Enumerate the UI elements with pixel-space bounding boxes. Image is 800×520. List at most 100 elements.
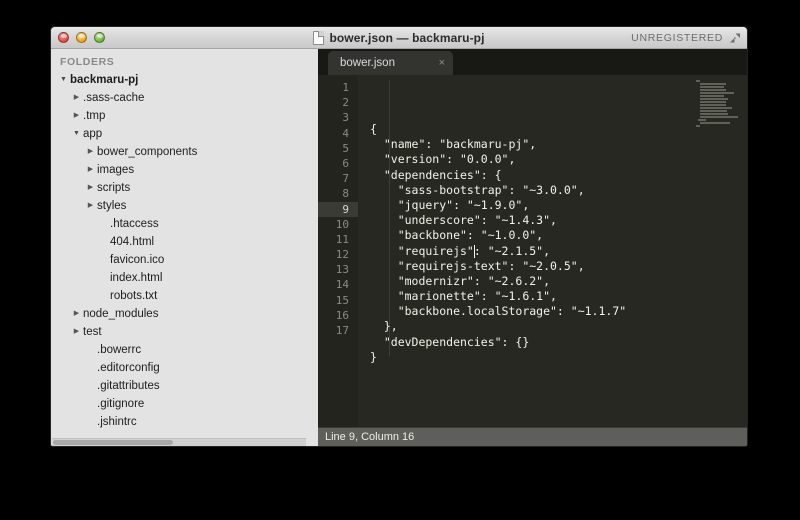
chevron-right-icon[interactable]: ▶ [70, 323, 83, 341]
tree-item-scripts[interactable]: ▶ scripts [51, 179, 318, 197]
tree-item-label: test [83, 326, 102, 338]
code-area[interactable]: 1 2 3 4 5 6 7 8 9 10 11 12 13 14 15 16 17 { "name": "bac… [318, 75, 747, 427]
sidebar-horizontal-scrollbar[interactable] [52, 438, 306, 446]
tree-item-label: styles [97, 200, 127, 212]
tree-item-backmaru-pj[interactable]: ▼ backmaru-pj [51, 71, 318, 89]
line-number: 6 [342, 156, 349, 170]
chevron-down-icon[interactable]: ▼ [70, 125, 83, 143]
minimap-line [698, 119, 706, 121]
tree-item-label: images [97, 164, 135, 176]
minimap-line [700, 113, 728, 115]
tree-item-label: .jshintrc [97, 416, 137, 428]
line-number: 12 [335, 248, 349, 262]
code-line-text: { [370, 122, 377, 136]
chevron-right-icon[interactable]: ▶ [84, 197, 97, 215]
line-number: 15 [335, 293, 349, 307]
tree-item-node-modules[interactable]: ▶ node_modules [51, 305, 318, 323]
code-line: "sass-bootstrap": "~3.0.0", [358, 183, 747, 198]
tree-item-jshintrc[interactable]: .jshintrc [51, 413, 318, 431]
line-number: 2 [342, 96, 349, 110]
tree-item-404-html[interactable]: 404.html [51, 233, 318, 251]
scrollbar-thumb[interactable] [53, 440, 173, 445]
tree-item-label: index.html [110, 272, 163, 284]
tree-item-sass-cache[interactable]: ▶ .sass-cache [51, 89, 318, 107]
close-icon[interactable]: × [439, 57, 445, 69]
window-body: FOLDERS ▼ backmaru-pj ▶ .sass-cache ▶ .tmp ▼ ap… [51, 49, 747, 446]
chevron-right-icon[interactable]: ▶ [84, 161, 97, 179]
chevron-down-icon[interactable]: ▼ [57, 71, 70, 89]
code-line-text: "name": "backmaru-pj", [370, 137, 537, 152]
status-bar: Line 9, Column 16 Spaces: 2 JSON [318, 427, 747, 446]
line-number: 5 [342, 141, 349, 155]
code-line: "version": "0.0.0", [358, 152, 747, 167]
maximize-button[interactable] [94, 32, 105, 43]
chevron-right-icon[interactable]: ▶ [84, 179, 97, 197]
window-title: bower.json — backmaru-pj [329, 30, 485, 45]
code-line-text: "backbone": "~1.0.0", [370, 228, 544, 243]
text-caret [473, 244, 475, 258]
cursor-position: Line 9, Column 16 [325, 431, 415, 443]
tree-item-robots-txt[interactable]: robots.txt [51, 287, 318, 305]
code-line: "backbone": "~1.0.0", [358, 228, 747, 243]
fullscreen-arrows-icon[interactable] [728, 31, 742, 45]
code-line-text: "marionette": "~1.6.1", [370, 289, 557, 304]
tree-item-label: bower_components [97, 146, 198, 158]
tree-item-editorconfig[interactable]: .editorconfig [51, 359, 318, 377]
tree-item-tmp[interactable]: ▶ .tmp [51, 107, 318, 125]
tree-item-images[interactable]: ▶ images [51, 161, 318, 179]
tab-label: bower.json [340, 57, 395, 69]
code-content[interactable]: { "name": "backmaru-pj", "version": "0.0… [358, 75, 747, 427]
tree-item-label: scripts [97, 182, 131, 194]
minimap-line [700, 122, 730, 124]
code-line: "requirejs-text": "~2.0.5", [358, 259, 747, 274]
tree-item-htaccess[interactable]: .htaccess [51, 215, 318, 233]
tab-bower-json[interactable]: bower.json × [328, 51, 453, 75]
code-line-text: "modernizr": "~2.6.2", [370, 273, 551, 288]
code-line: "devDependencies": {} [358, 335, 747, 350]
code-line-text: "jquery": "~1.9.0", [370, 197, 530, 212]
minimap-line [700, 83, 726, 85]
sidebar-file-tree[interactable]: FOLDERS ▼ backmaru-pj ▶ .sass-cache ▶ .tmp ▼ ap… [51, 49, 318, 446]
close-button[interactable] [58, 32, 69, 43]
title-bar[interactable]: bower.json — backmaru-pj UNREGISTERED [51, 27, 747, 49]
minimap[interactable] [696, 80, 742, 128]
tree-item-bowerrc[interactable]: .bowerrc [51, 341, 318, 359]
minimap-line [700, 86, 724, 88]
line-number: 9 [318, 201, 358, 217]
code-line-text: } [370, 349, 377, 364]
tree-item-label: app [83, 128, 103, 140]
tree-item-styles[interactable]: ▶ styles [51, 197, 318, 215]
chevron-right-icon[interactable]: ▶ [84, 143, 97, 161]
code-line: "modernizr": "~2.6.2", [358, 274, 747, 289]
code-line: } [358, 350, 747, 365]
code-line-text: "underscore": "~1.4.3", [370, 213, 557, 228]
tree-item-app[interactable]: ▼ app [51, 125, 318, 143]
code-line: "backbone.localStorage": "~1.1.7" [358, 304, 747, 319]
minimap-line [696, 125, 700, 127]
code-line: }, [358, 319, 747, 334]
chevron-right-icon[interactable]: ▶ [70, 305, 83, 323]
tree-item-gitignore[interactable]: .gitignore [51, 395, 318, 413]
minimap-line [700, 89, 726, 91]
tree-item-index-html[interactable]: index.html [51, 269, 318, 287]
code-line: { [358, 122, 747, 137]
tree-item-test[interactable]: ▶ test [51, 323, 318, 341]
document-icon [313, 30, 325, 45]
tree-item-favicon-ico[interactable]: favicon.ico [51, 251, 318, 269]
code-line-text: "dependencies": { [370, 167, 502, 182]
chevron-right-icon[interactable]: ▶ [70, 89, 83, 107]
tree-item-bower-components[interactable]: ▶ bower_components [51, 143, 318, 161]
line-number: 16 [335, 308, 349, 322]
code-line: "underscore": "~1.4.3", [358, 213, 747, 228]
minimap-line [700, 116, 738, 118]
line-number: 3 [342, 111, 349, 125]
minimap-line [700, 101, 726, 103]
minimize-button[interactable] [76, 32, 87, 43]
code-line: "jquery": "~1.9.0", [358, 198, 747, 213]
chevron-right-icon[interactable]: ▶ [70, 107, 83, 125]
tree-item-label: .htaccess [110, 218, 159, 230]
minimap-line [700, 104, 726, 106]
tree-item-label: .tmp [83, 110, 106, 122]
tree-item-gitattributes[interactable]: .gitattributes [51, 377, 318, 395]
